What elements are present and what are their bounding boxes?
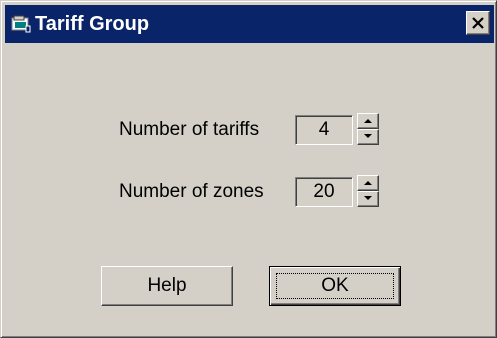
close-icon bbox=[472, 17, 484, 29]
zones-spin-up-button[interactable] bbox=[357, 175, 379, 191]
focus-rectangle bbox=[276, 273, 394, 299]
ok-button[interactable]: OK bbox=[269, 266, 401, 306]
arrow-down-icon bbox=[364, 196, 372, 200]
close-button[interactable] bbox=[466, 11, 490, 35]
zones-input[interactable]: 20 bbox=[295, 177, 353, 207]
tariffs-input[interactable]: 4 bbox=[295, 115, 353, 145]
zones-spin-down-button[interactable] bbox=[357, 191, 379, 207]
zones-label: Number of zones bbox=[119, 181, 264, 202]
tariffs-spin-up-button[interactable] bbox=[357, 113, 379, 129]
tariff-group-dialog: Tariff Group Number of tariffs 4 Number … bbox=[0, 0, 497, 338]
app-icon bbox=[11, 15, 31, 33]
arrow-up-icon bbox=[364, 181, 372, 185]
arrow-down-icon bbox=[364, 134, 372, 138]
arrow-up-icon bbox=[364, 119, 372, 123]
window-title: Tariff Group bbox=[35, 13, 150, 35]
zones-spinner bbox=[357, 175, 379, 207]
tariffs-spin-down-button[interactable] bbox=[357, 129, 379, 145]
tariffs-label: Number of tariffs bbox=[119, 119, 260, 140]
help-button[interactable]: Help bbox=[101, 266, 233, 306]
tariffs-spinner bbox=[357, 113, 379, 145]
title-bar[interactable]: Tariff Group bbox=[5, 5, 494, 43]
